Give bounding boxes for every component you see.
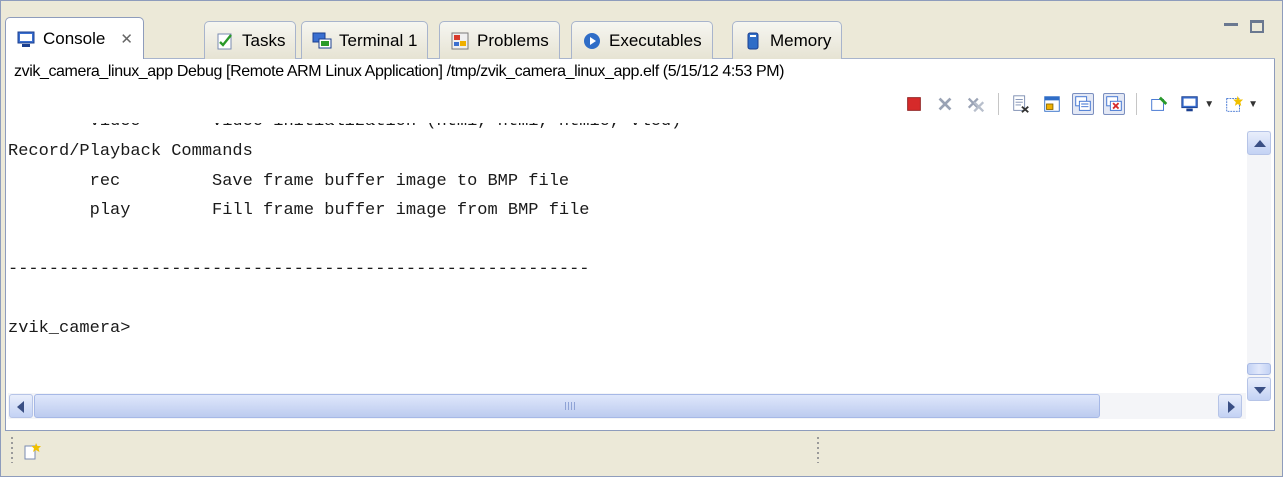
chevron-down-icon — [1254, 387, 1266, 394]
scroll-lock-icon[interactable] — [1041, 93, 1063, 115]
tab-executables[interactable]: Executables — [571, 21, 713, 59]
show-on-stdout-icon[interactable] — [1072, 93, 1095, 115]
tab-problems[interactable]: Problems — [439, 21, 560, 59]
console-line — [8, 285, 590, 315]
tab-terminal[interactable]: Terminal 1 — [301, 21, 429, 59]
tab-console[interactable]: Console ✕ — [5, 17, 144, 60]
minimize-icon — [1224, 23, 1238, 26]
problems-icon — [451, 32, 469, 49]
maximize-button[interactable] — [1249, 19, 1265, 33]
status-divider — [11, 437, 13, 463]
chevron-right-icon — [1228, 401, 1235, 413]
chevron-down-icon[interactable]: ▼ — [1248, 99, 1258, 110]
clear-console-icon[interactable] — [1010, 93, 1032, 115]
scroll-down-button[interactable] — [1247, 377, 1271, 401]
chevron-left-icon — [17, 401, 24, 413]
memory-icon — [747, 32, 759, 49]
minimize-button[interactable] — [1223, 19, 1239, 33]
remove-launch-icon[interactable] — [934, 93, 956, 115]
executables-icon — [584, 32, 600, 49]
scroll-thumb[interactable] — [1247, 363, 1271, 375]
scroll-thumb[interactable] — [34, 394, 1100, 418]
chevron-up-icon — [1254, 140, 1266, 147]
status-divider — [817, 437, 819, 463]
console-prompt: zvik_camera> — [8, 319, 131, 338]
horizontal-scrollbar[interactable] — [8, 393, 1246, 419]
scroll-left-button[interactable] — [9, 394, 33, 418]
scroll-right-button[interactable] — [1218, 394, 1242, 418]
console-line: ----------------------------------------… — [8, 260, 590, 279]
open-console-icon[interactable] — [1223, 93, 1245, 115]
grip-icon — [565, 402, 577, 410]
toolbar-separator — [998, 93, 1000, 115]
tab-label: Memory — [770, 30, 832, 50]
console-panel: zvik_camera_linux_app Debug [Remote ARM … — [5, 59, 1275, 431]
tab-label: Terminal 1 — [339, 30, 418, 50]
tab-label: Console — [43, 29, 106, 48]
chevron-down-icon[interactable]: ▼ — [1204, 99, 1214, 110]
tab-label: Executables — [609, 30, 702, 50]
status-bar — [5, 433, 1275, 469]
console-line: Record/Playback Commands — [8, 142, 253, 161]
tab-tasks[interactable]: Tasks — [204, 21, 297, 59]
show-on-stderr-icon[interactable] — [1103, 93, 1126, 115]
terminate-icon[interactable] — [903, 93, 925, 115]
pin-console-icon[interactable] — [1148, 93, 1170, 115]
vertical-scrollbar[interactable] — [1247, 131, 1271, 401]
close-icon[interactable]: ✕ — [120, 30, 133, 48]
process-description: zvik_camera_linux_app Debug [Remote ARM … — [14, 63, 785, 80]
console-line: video Video initialization (ntmi, ntmi, … — [8, 123, 682, 137]
toolbar-separator — [1136, 93, 1138, 115]
tab-label: Tasks — [242, 30, 286, 50]
tab-memory[interactable]: Memory — [732, 21, 843, 59]
console-line: rec Save frame buffer image to BMP file — [8, 171, 570, 191]
view-tab-bar: Console ✕ Tasks Terminal 1 Problems Exec… — [5, 15, 1275, 60]
terminal-icon — [312, 32, 332, 48]
console-line — [8, 226, 590, 256]
console-icon — [17, 31, 35, 47]
console-line: play Fill frame buffer image from BMP fi… — [8, 201, 590, 220]
console-output[interactable]: video Video initialization (ntmi, ntmi, … — [8, 123, 1248, 395]
console-toolbar: ▼ ▼ — [903, 91, 1258, 117]
console-view: Console ✕ Tasks Terminal 1 Problems Exec… — [0, 0, 1283, 477]
tasks-icon — [217, 33, 232, 49]
fast-view-icon[interactable] — [23, 441, 43, 461]
display-console-icon[interactable] — [1179, 93, 1201, 115]
view-window-controls — [1223, 19, 1265, 33]
maximize-icon — [1250, 20, 1264, 33]
scroll-up-button[interactable] — [1247, 131, 1271, 155]
remove-all-icon[interactable] — [965, 93, 987, 115]
tab-label: Problems — [477, 30, 549, 50]
